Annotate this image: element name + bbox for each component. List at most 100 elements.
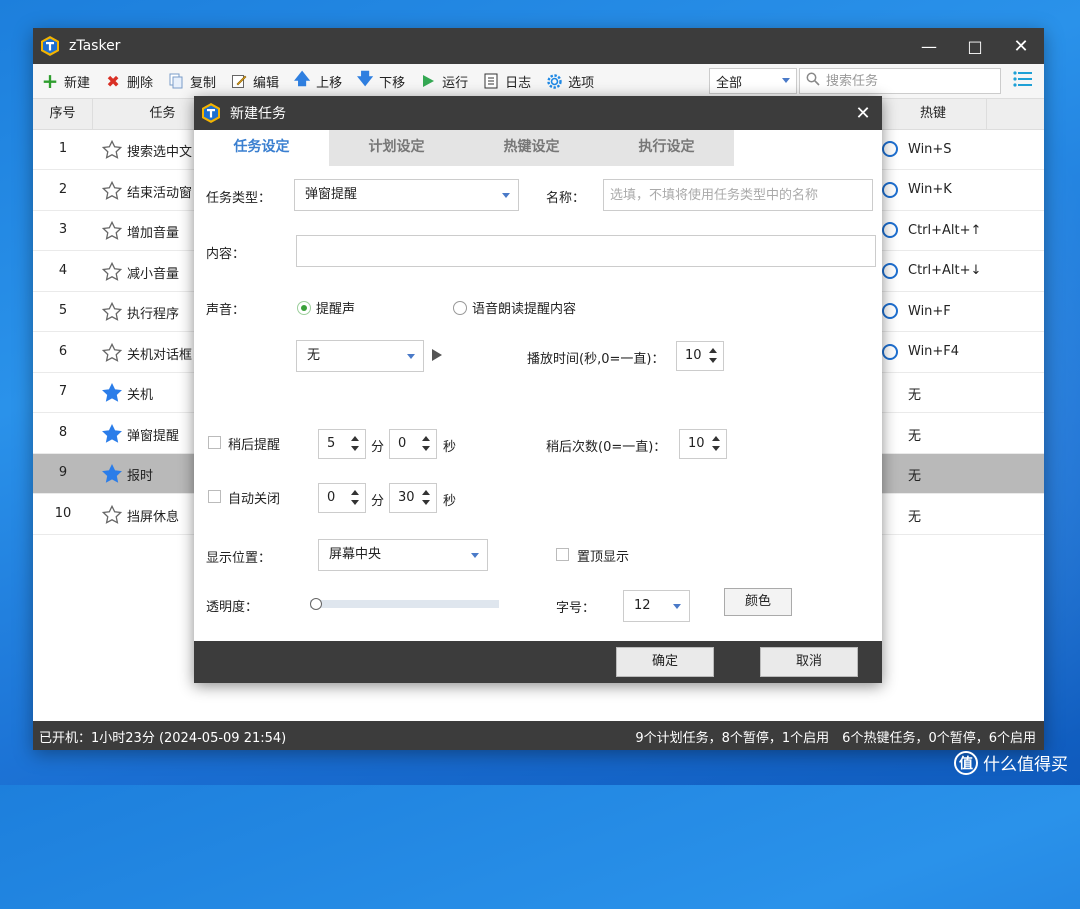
- task-type-select[interactable]: 弹窗提醒: [294, 179, 519, 211]
- star-outline-icon[interactable]: [101, 504, 123, 526]
- move-down-button[interactable]: 🡇 下移: [356, 67, 405, 95]
- snooze-count-value: 10: [688, 436, 705, 451]
- radio-tts[interactable]: 语音朗读提醒内容: [453, 298, 576, 317]
- star-outline-icon[interactable]: [101, 180, 123, 202]
- edit-icon: [230, 72, 248, 90]
- autoclose-seconds-stepper[interactable]: 30: [389, 483, 437, 513]
- enabled-ring-icon[interactable]: [882, 262, 898, 279]
- copy-button[interactable]: 复制: [167, 67, 216, 95]
- star-outline-icon[interactable]: [101, 261, 123, 283]
- star-outline-icon[interactable]: [101, 139, 123, 161]
- star-outline-icon[interactable]: [101, 342, 123, 364]
- chevron-down-icon: [407, 354, 415, 359]
- maximize-button[interactable]: □: [952, 28, 998, 64]
- minutes-unit: 分: [371, 440, 385, 455]
- updown-arrows-icon[interactable]: [421, 435, 431, 453]
- row-hotkey: 无: [879, 425, 921, 444]
- updown-arrows-icon[interactable]: [711, 435, 721, 453]
- autoclose-label: 自动关闭: [228, 492, 281, 507]
- enabled-ring-icon[interactable]: [882, 141, 898, 157]
- chevron-down-icon: [673, 604, 681, 609]
- dialog-close-button[interactable]: ✕: [852, 102, 874, 124]
- log-button[interactable]: 日志: [482, 67, 531, 95]
- font-size-select[interactable]: 12: [623, 590, 690, 622]
- snooze-checkbox[interactable]: [208, 436, 221, 449]
- enabled-ring-icon[interactable]: [882, 222, 898, 238]
- task-type-value: 弹窗提醒: [305, 187, 358, 202]
- delete-button[interactable]: ✖ 删除: [104, 67, 153, 95]
- tab-2[interactable]: 热键设定: [464, 130, 599, 166]
- options-button[interactable]: 选项: [545, 67, 594, 95]
- row-hotkey: Win+F4: [879, 343, 959, 360]
- edit-button[interactable]: 编辑: [230, 67, 279, 95]
- ok-button[interactable]: 确定: [616, 647, 714, 677]
- tab-0[interactable]: 任务设定: [194, 130, 329, 166]
- plus-icon: +: [41, 69, 59, 93]
- close-button[interactable]: ✕: [998, 28, 1044, 64]
- position-select[interactable]: 屏幕中央: [318, 539, 488, 571]
- opacity-slider-thumb[interactable]: [310, 598, 322, 610]
- enabled-ring-icon[interactable]: [882, 303, 898, 319]
- header-index[interactable]: 序号: [33, 99, 93, 129]
- row-hotkey: 无: [879, 384, 921, 403]
- star-outline-icon[interactable]: [101, 220, 123, 242]
- star-filled-icon[interactable]: [101, 423, 123, 445]
- opacity-slider[interactable]: [310, 600, 499, 608]
- row-hotkey: Win+F: [879, 303, 951, 319]
- sound-label: 声音：: [206, 303, 246, 318]
- row-hotkey: Ctrl+Alt+↓: [879, 262, 981, 279]
- seconds-unit: 秒: [443, 494, 457, 509]
- filter-select[interactable]: 全部: [709, 68, 797, 94]
- color-button[interactable]: 颜色: [724, 588, 792, 616]
- updown-arrows-icon[interactable]: [350, 489, 360, 507]
- sound-select[interactable]: 无: [296, 340, 424, 372]
- star-filled-icon[interactable]: [101, 382, 123, 404]
- radio-dot: [297, 300, 311, 315]
- header-hotkey[interactable]: 热键: [879, 99, 987, 129]
- enabled-ring-icon[interactable]: [882, 181, 898, 198]
- autoclose-minutes-stepper[interactable]: 0: [318, 483, 366, 513]
- name-field[interactable]: [604, 180, 872, 210]
- updown-arrows-icon[interactable]: [350, 435, 360, 453]
- snooze-seconds-stepper[interactable]: 0: [389, 429, 437, 459]
- run-label: 运行: [442, 75, 469, 91]
- row-hotkey: Win+S: [879, 141, 952, 157]
- content-field[interactable]: [297, 236, 875, 266]
- run-button[interactable]: 运行: [419, 67, 468, 95]
- edit-label: 编辑: [253, 75, 280, 91]
- row-task-name: 执行程序: [127, 307, 180, 322]
- play-sound-icon[interactable]: [432, 349, 442, 361]
- row-task-name: 搜索选中文: [127, 145, 193, 160]
- radio-alarm-sound[interactable]: 提醒声: [297, 298, 355, 317]
- star-filled-icon[interactable]: [101, 463, 123, 485]
- chevron-down-icon: [471, 553, 479, 558]
- topmost-checkbox[interactable]: [556, 548, 569, 561]
- minimize-button[interactable]: —: [906, 28, 952, 64]
- tab-3[interactable]: 执行设定: [599, 130, 734, 166]
- star-outline-icon[interactable]: [101, 301, 123, 323]
- tab-1[interactable]: 计划设定: [329, 130, 464, 166]
- updown-arrows-icon[interactable]: [708, 347, 718, 365]
- new-button[interactable]: + 新建: [41, 67, 90, 95]
- row-hotkey-text: Win+S: [908, 141, 952, 157]
- row-task-name: 减小音量: [127, 266, 180, 282]
- search-input[interactable]: [824, 72, 988, 90]
- row-task-name: 挡屏休息: [127, 509, 180, 525]
- row-index: 4: [58, 262, 68, 278]
- chevron-down-icon: [782, 78, 790, 83]
- cancel-button[interactable]: 取消: [760, 647, 858, 677]
- snooze-count-label: 稍后次数(0=一直)：: [546, 440, 667, 455]
- statusbar: 已开机：1小时23分 (2024-05-09 21:54) 9个计划任务，8个暂…: [33, 721, 1044, 750]
- delete-label: 删除: [127, 75, 154, 91]
- move-up-button[interactable]: 🡅 上移: [293, 67, 342, 95]
- position-value: 屏幕中央: [329, 547, 382, 562]
- log-icon: [482, 72, 500, 90]
- enabled-ring-icon[interactable]: [882, 343, 898, 360]
- snooze-minutes-stepper[interactable]: 5: [318, 429, 366, 459]
- play-time-stepper[interactable]: 10: [676, 341, 724, 371]
- autoclose-checkbox[interactable]: [208, 490, 221, 503]
- move-down-label: 下移: [379, 75, 406, 91]
- updown-arrows-icon[interactable]: [421, 489, 431, 507]
- snooze-count-stepper[interactable]: 10: [679, 429, 727, 459]
- list-view-button[interactable]: [1010, 69, 1036, 93]
